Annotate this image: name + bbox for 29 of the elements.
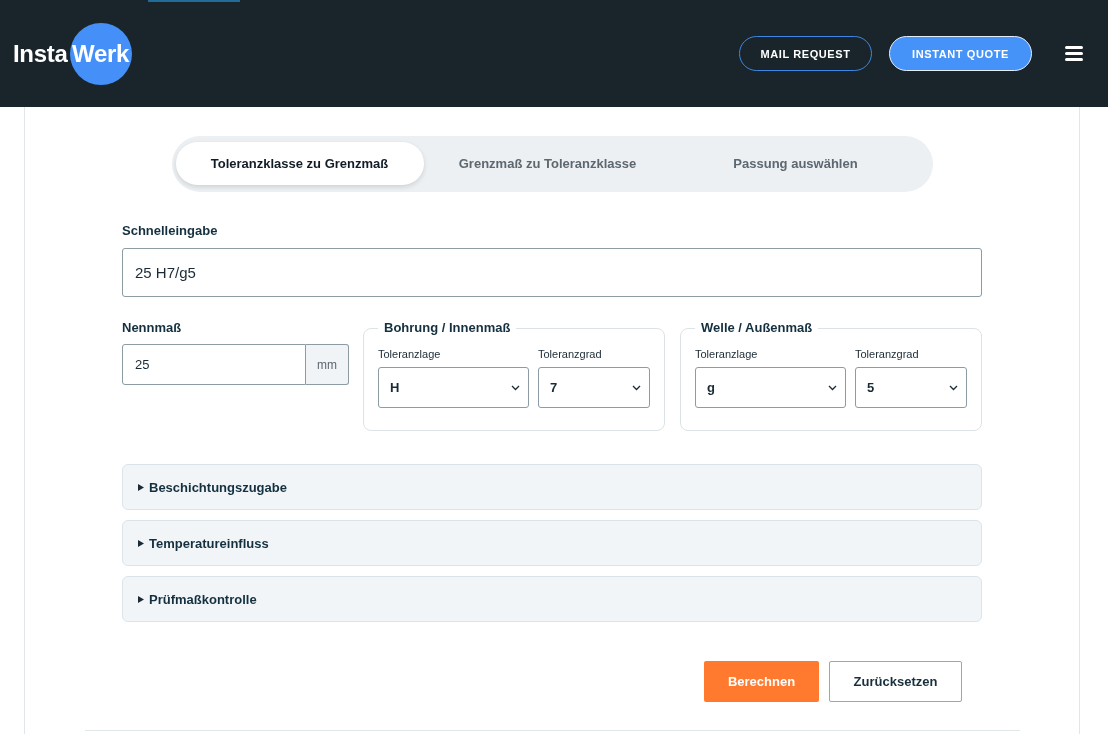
tab[interactable]: Toleranzklasse zu Grenzmaß bbox=[175, 142, 424, 185]
accordion-header[interactable]: Temperatureinfluss bbox=[122, 520, 982, 566]
field-label: Toleranzlage bbox=[378, 347, 441, 361]
field-label: Toleranzgrad bbox=[855, 347, 919, 361]
unit-label: mm bbox=[306, 344, 349, 385]
chevron-down-icon bbox=[828, 384, 837, 391]
logo-highlight: Werk bbox=[69, 23, 132, 85]
chevron-down-icon bbox=[511, 384, 520, 391]
chevron-down-icon bbox=[632, 384, 641, 391]
field-label: Schnelleingabe bbox=[122, 223, 218, 239]
dropdown-select[interactable]: 7 bbox=[538, 367, 650, 408]
chevron-down-icon bbox=[949, 384, 958, 391]
field-label: Toleranzlage bbox=[695, 347, 758, 361]
menu-icon[interactable] bbox=[1065, 46, 1083, 61]
dropdown-select[interactable]: 5 bbox=[855, 367, 967, 408]
tab[interactable]: Grenzmaß zu Toleranzklasse bbox=[423, 142, 672, 185]
quick-entry-input[interactable]: 25 H7/g5 bbox=[122, 248, 982, 297]
reset-button[interactable]: Zurücksetzen bbox=[829, 661, 962, 702]
field-label: Toleranzgrad bbox=[538, 347, 602, 361]
group-title: Welle / Außenmaß bbox=[700, 320, 814, 336]
logo-text: Insta bbox=[13, 39, 68, 68]
accordion-header[interactable]: Beschichtungszugabe bbox=[122, 464, 982, 510]
dropdown-select[interactable]: H bbox=[378, 367, 529, 408]
nominal-size-input[interactable]: 25 bbox=[122, 344, 306, 385]
tab[interactable]: Passung auswählen bbox=[671, 142, 920, 185]
field-label: Nennmaß bbox=[122, 320, 182, 336]
dropdown-select[interactable]: g bbox=[695, 367, 846, 408]
group-title: Bohrung / Innenmaß bbox=[383, 320, 512, 336]
accordion-header[interactable]: Prüfmaßkontrolle bbox=[122, 576, 982, 622]
